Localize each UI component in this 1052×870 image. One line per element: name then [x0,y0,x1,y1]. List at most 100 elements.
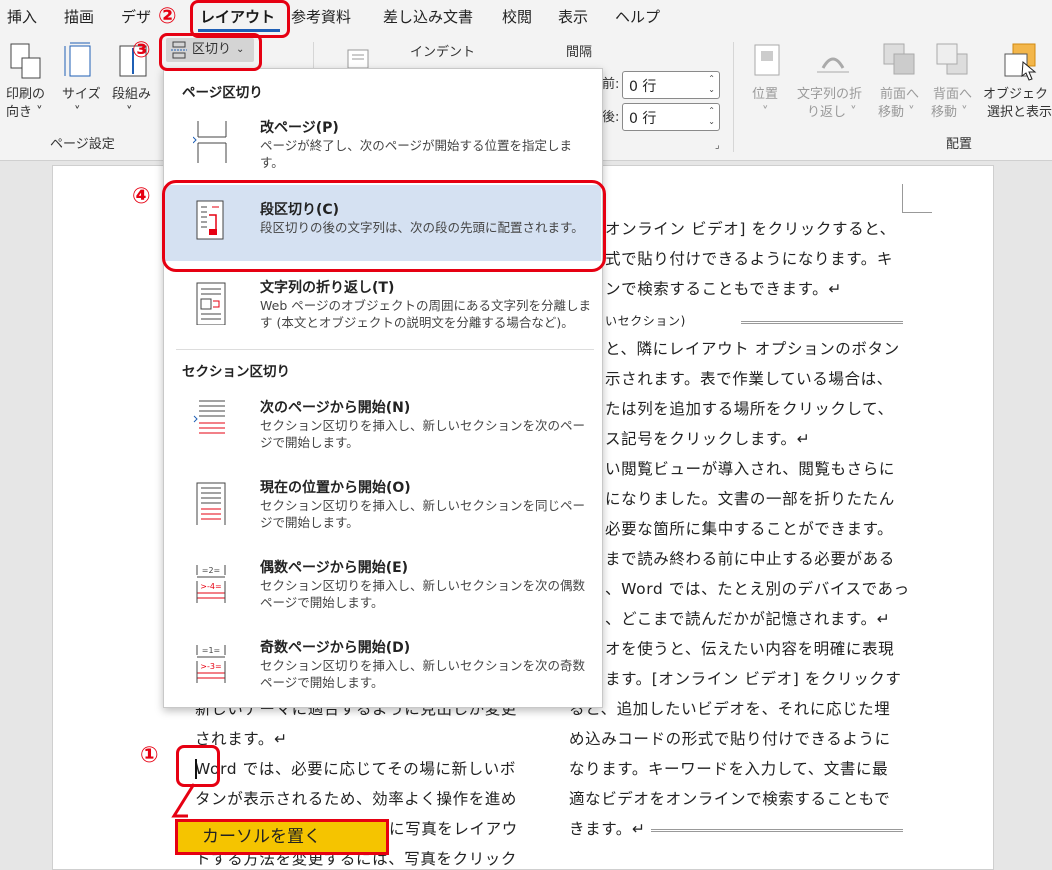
doc-line: まで読み終わる前に中止する必要がある [605,550,895,568]
spacing-after-value: 0 行 [629,111,657,127]
columns-label-2: ˅ [126,105,133,120]
callout-pointer [171,783,196,818]
stepper-arrows-icon[interactable]: ⌃ ⌄ [708,73,715,95]
wrap-text-button[interactable]: 文字列の折 り返し ˅ [797,42,873,126]
page-break-icon [193,121,227,163]
position-label-1: 位置 [752,87,779,102]
crop-mark [902,212,932,213]
doc-line: たは列を追加する場所をクリックして、 [605,400,894,418]
tab-insert[interactable]: 挿入 [7,6,37,27]
menu-item-continuous[interactable]: 現在の位置から開始(O) セクション区切りを挿入し、新しいセクションを同じページ… [165,477,601,551]
ribbon-separator [733,42,734,152]
section-break-line [651,829,903,832]
menu-item-title: 文字列の折り返し(T) [260,280,395,296]
doc-line: 、Word では、たとえ別のデバイスであっ [605,580,910,598]
indent-header: インデント [410,45,476,60]
menu-item-title: 次のページから開始(N) [260,400,411,416]
cursor-callout: カーソルを置く [175,819,389,855]
doc-line: 式で貼り付けできるようになります。キ [605,250,893,268]
continuous-icon [196,482,226,525]
menu-item-desc: ページが終了し、次のページが開始する位置を指定します。 [260,138,573,170]
doc-line: ス記号をクリックします。↵ [605,430,811,448]
step-1-marker: ① [140,743,159,768]
wrap-label-2: り返し ˅ [807,105,857,120]
menu-item-desc: セクション区切りを挿入し、新しいセクションを同じページで開始します。 [260,498,586,530]
tab-review[interactable]: 校閲 [502,6,532,27]
column-break-highlight [162,180,606,272]
size-button[interactable]: サイズ ˅ [60,42,101,126]
crop-mark [902,184,903,212]
stepper-arrows-icon[interactable]: ⌃ ⌄ [708,105,715,127]
even-page-icon: =2= >-4= [196,565,226,603]
size-label-2: ˅ [74,105,81,120]
selection-pane-icon [1004,43,1037,81]
page-breaks-header: ページ区切り [182,85,263,101]
doc-line: きます。↵ [569,820,646,838]
bring-forward-icon [883,43,915,75]
line-numbers-icon[interactable] [346,48,372,70]
doc-line: オを使うと、伝えたい内容を明確に表現 [605,640,895,658]
svg-text:>-3=: >-3= [200,662,221,671]
forward-label-2: 移動 ˅ [878,105,915,120]
tab-references[interactable]: 参考資料 [291,6,351,27]
svg-text:=1=: =1= [202,646,221,655]
menu-separator [176,349,594,350]
tab-mailings[interactable]: 差し込み文書 [383,6,473,27]
doc-line: Word では、必要に応じてその場に新しいボ [195,760,517,778]
position-button[interactable]: 位置 ˅ [748,42,788,126]
menu-item-desc: Web ページのオブジェクトの周囲にある文字列を分離します (本文とオブジェクト… [260,298,591,330]
menu-item-even-page[interactable]: =2= >-4= 偶数ページから開始(E) セクション区切りを挿入し、新しいセク… [165,557,601,631]
breaks-dropdown-menu: ページ区切り 改ページ(P) ページが終了し、次のページが開始する位置を指定しま… [163,68,603,708]
orientation-icon [10,43,41,79]
doc-line: になりました。文書の一部を折りたたん [605,490,895,508]
size-icon [64,42,91,77]
bring-forward-button[interactable]: 前面へ 移動 ˅ [878,42,924,126]
menu-item-desc: セクション区切りを挿入し、新しいセクションを次の奇数ページで開始します。 [260,658,586,690]
menu-item-text-wrapping[interactable]: 文字列の折り返し(T) Web ページのオブジェクトの周囲にある文字列を分離しま… [165,277,601,351]
size-label-1: サイズ [62,87,101,102]
spacing-before-stepper[interactable]: 0 行 ⌃ ⌄ [622,71,720,99]
odd-page-icon: =1= >-3= [196,645,226,683]
menu-item-next-page[interactable]: 次のページから開始(N) セクション区切りを挿入し、新しいセクションを次のページ… [165,397,601,471]
arrange-group-label: 配置 [946,137,973,152]
forward-label-1: 前面へ [880,87,920,102]
step-2-marker: ② [158,4,177,29]
next-page-icon [193,400,225,434]
doc-line: なります。キーワードを入力して、文書に最 [569,760,889,778]
orientation-label-2: 向き ˅ [6,105,43,120]
doc-line: タンが表示されるため、効率よく操作を進め [195,790,518,808]
dialog-launcher-icon[interactable]: ⌟ [715,140,720,151]
tab-view[interactable]: 表示 [558,6,588,27]
cursor-position-highlight [176,745,220,787]
doc-line: 必要な箇所に集中することができます。 [605,520,894,538]
selection-label-2: 選択と表示 [987,105,1052,120]
page-setup-group-label: ページ設定 [50,137,115,152]
orientation-label-1: 印刷の [6,87,46,102]
svg-text:=2=: =2= [202,566,221,575]
send-backward-icon [936,43,968,75]
menu-item-title: 改ページ(P) [260,120,339,136]
section-break-marker: いセクション) [605,314,686,328]
section-breaks-header: セクション区切り [182,364,290,380]
menu-item-desc: セクション区切りを挿入し、新しいセクションを次のページで開始します。 [260,418,586,450]
doc-line: い閲覧ビューが導入され、閲覧もさらに [605,460,895,478]
backward-label-2: 移動 ˅ [931,105,968,120]
tab-design[interactable]: デザ [121,6,151,27]
selection-pane-button[interactable]: オブジェクトの 選択と表示 [983,42,1052,126]
doc-line: ると、追加したいビデオを、それに応じた埋 [569,700,891,718]
doc-line: め込みコードの形式で貼り付けできるように [569,730,891,748]
wrap-label-1: 文字列の折 [797,87,863,102]
wrap-text-icon [817,57,849,73]
breaks-button-highlight [159,33,262,71]
tab-draw[interactable]: 描画 [64,6,94,27]
position-icon [754,44,780,76]
spacing-after-stepper[interactable]: 0 行 ⌃ ⌄ [622,103,720,131]
menu-item-title: 奇数ページから開始(D) [260,640,411,656]
doc-line: ンで検索することもできます。↵ [605,280,842,298]
menu-item-odd-page[interactable]: =1= >-3= 奇数ページから開始(D) セクション区切りを挿入し、新しいセク… [165,637,601,711]
tab-help[interactable]: ヘルプ [615,6,660,27]
send-backward-button[interactable]: 背面へ 移動 ˅ [931,42,977,126]
orientation-button[interactable]: 印刷の 向き ˅ [6,42,46,126]
step-4-marker: ④ [132,184,151,209]
svg-text:>-4=: >-4= [200,582,221,591]
